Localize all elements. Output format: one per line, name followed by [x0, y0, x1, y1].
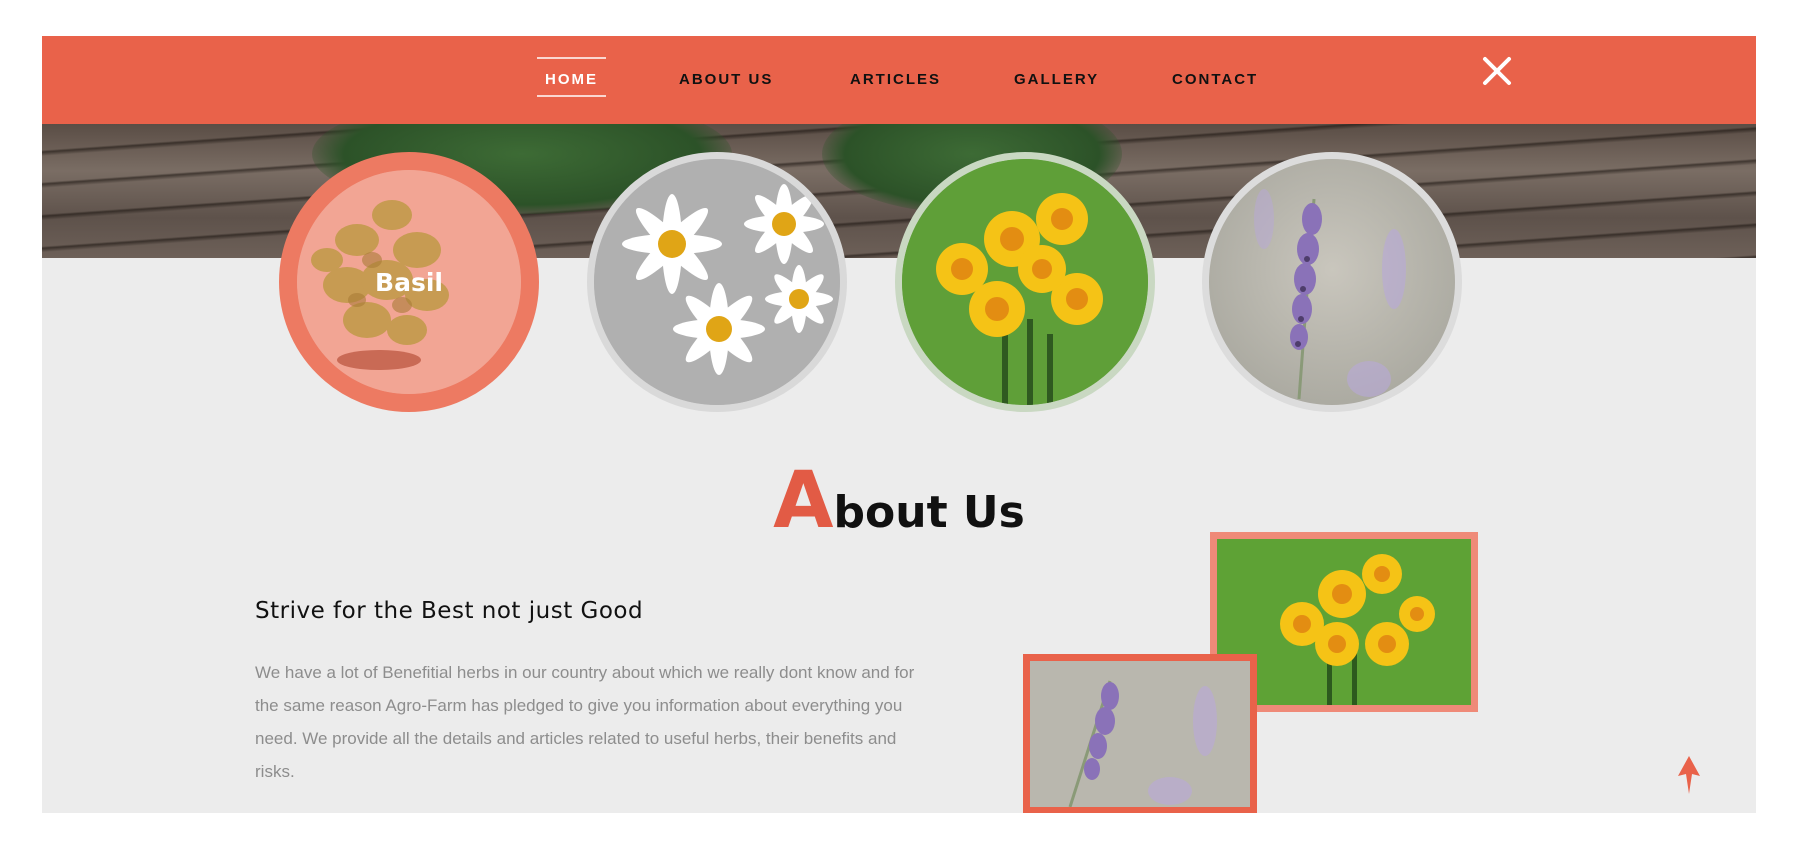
about-photo-lavender [1023, 654, 1257, 813]
navbar: HOME ABOUT US ARTICLES GALLERY CONTACT [42, 36, 1756, 124]
about-title-initial: A [773, 456, 834, 546]
nav-gallery[interactable]: GALLERY [1014, 36, 1099, 124]
category-basil[interactable]: Basil [279, 152, 539, 412]
nav-about-us[interactable]: ABOUT US [679, 36, 773, 124]
about-title-rest: bout Us [833, 487, 1025, 538]
nav-home[interactable]: HOME [537, 36, 606, 124]
nav-articles[interactable]: ARTICLES [850, 36, 941, 124]
daisies-image [594, 159, 840, 405]
close-icon[interactable] [1480, 54, 1514, 88]
category-daffodils[interactable] [895, 152, 1155, 412]
lavender-image [1209, 159, 1455, 405]
nav-contact[interactable]: CONTACT [1172, 36, 1258, 124]
arrow-up-icon[interactable] [1676, 756, 1702, 794]
page-frame: HOME ABOUT US ARTICLES GALLERY CONTACT B… [42, 36, 1756, 813]
category-daisies[interactable] [587, 152, 847, 412]
about-subtitle: Strive for the Best not just Good [255, 598, 644, 624]
daffodils-image [902, 159, 1148, 405]
category-lavender[interactable] [1202, 152, 1462, 412]
about-paragraph: We have a lot of Benefitial herbs in our… [255, 663, 915, 781]
about-title: About Us [42, 456, 1756, 546]
circle-label-basil: Basil [375, 267, 443, 297]
